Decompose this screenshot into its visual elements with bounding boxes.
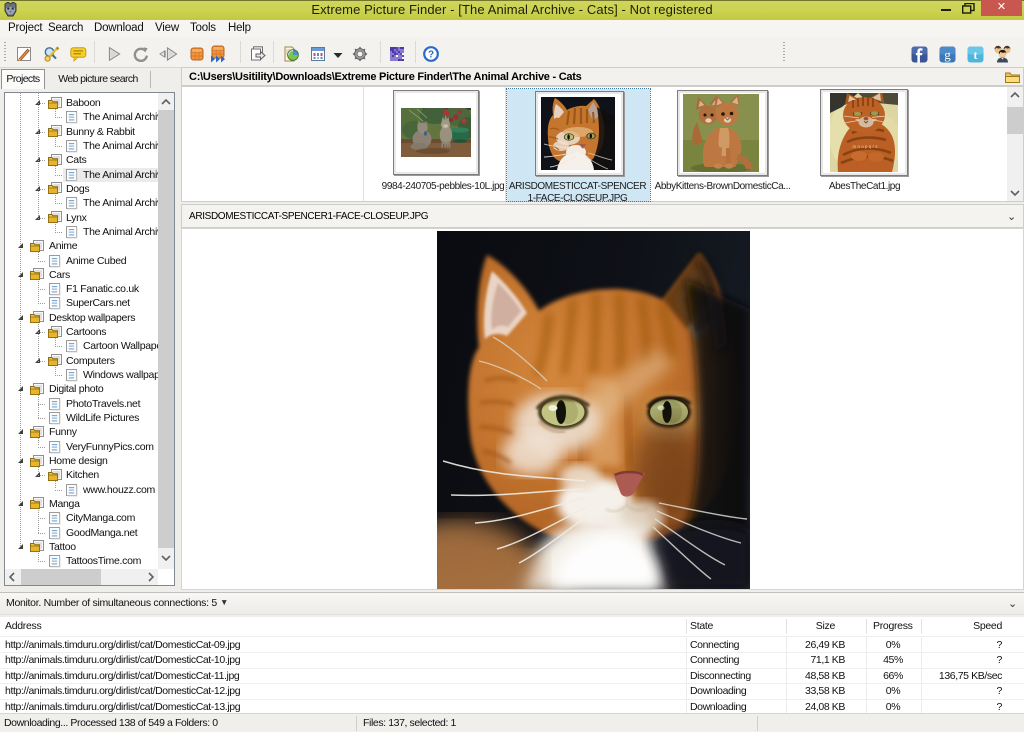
svg-text:t: t	[974, 48, 978, 62]
svg-text:?: ?	[428, 50, 434, 61]
svg-text:m n o p q r s: m n o p q r s	[852, 144, 878, 149]
svg-text:g: g	[944, 47, 951, 62]
